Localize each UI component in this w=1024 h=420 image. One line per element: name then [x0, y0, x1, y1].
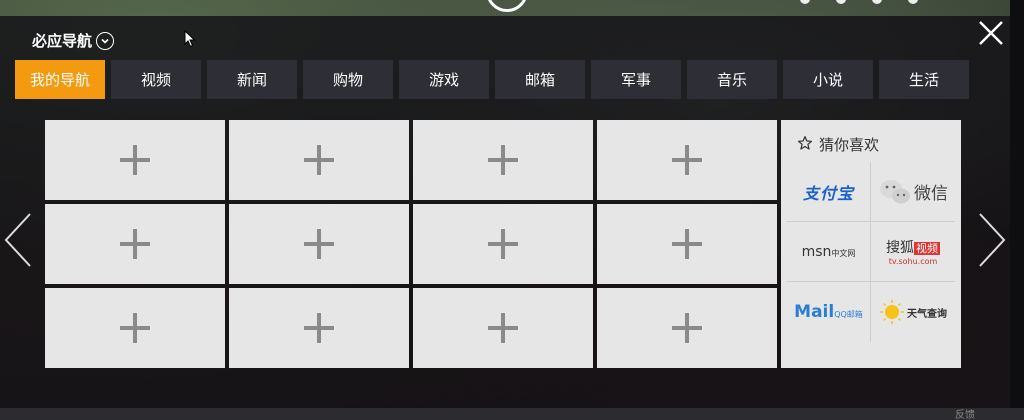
shortcut-grid: [45, 120, 777, 368]
wechat-icon: [880, 179, 910, 203]
tab-shopping[interactable]: 购物: [303, 60, 393, 99]
sun-icon: [880, 300, 904, 324]
add-shortcut-tile[interactable]: [413, 288, 593, 368]
plus-icon: [672, 313, 702, 343]
add-shortcut-tile[interactable]: [597, 204, 777, 284]
add-shortcut-tile[interactable]: [229, 204, 409, 284]
tab-novels[interactable]: 小说: [783, 60, 873, 99]
plus-icon: [488, 313, 518, 343]
tab-life[interactable]: 生活: [879, 60, 969, 99]
sohu-video-logo: 搜狐 视频 tv.sohu.com: [886, 237, 940, 266]
add-shortcut-tile[interactable]: [597, 288, 777, 368]
tab-military[interactable]: 军事: [591, 60, 681, 99]
carousel-dots[interactable]: [800, 0, 918, 4]
panel-title-text: 必应导航: [32, 32, 93, 50]
tab-games[interactable]: 游戏: [399, 60, 489, 99]
tab-music[interactable]: 音乐: [687, 60, 777, 99]
plus-icon: [672, 229, 702, 259]
plus-icon: [672, 145, 702, 175]
tab-video[interactable]: 视频: [111, 60, 201, 99]
recommend-qqmail[interactable]: MailQQ邮箱: [787, 282, 871, 342]
mouse-cursor-icon: [184, 29, 196, 52]
add-shortcut-tile[interactable]: [229, 288, 409, 368]
recommend-sohu[interactable]: 搜狐 视频 tv.sohu.com: [871, 222, 955, 282]
recommend-header: 猜你喜欢: [797, 134, 879, 155]
tab-mail[interactable]: 邮箱: [495, 60, 585, 99]
prev-arrow-icon[interactable]: [2, 210, 32, 270]
tab-news[interactable]: 新闻: [207, 60, 297, 99]
chevron-down-icon[interactable]: [96, 31, 115, 50]
recommend-msn[interactable]: msn中文网: [787, 222, 871, 282]
plus-icon: [120, 229, 150, 259]
plus-icon: [304, 145, 334, 175]
plus-icon: [488, 145, 518, 175]
add-shortcut-tile[interactable]: [413, 204, 593, 284]
add-shortcut-tile[interactable]: [413, 120, 593, 200]
carousel-dot[interactable]: [908, 0, 918, 4]
carousel-dot[interactable]: [872, 0, 882, 4]
recommend-title: 猜你喜欢: [819, 136, 880, 154]
scrollbar[interactable]: [1010, 0, 1024, 408]
mail-label: Mail: [794, 302, 835, 322]
msn-label: msn: [801, 243, 832, 260]
footer-bar: 反馈: [0, 408, 1024, 420]
alipay-logo: 支付宝: [802, 183, 854, 203]
add-shortcut-tile[interactable]: [45, 288, 225, 368]
add-shortcut-tile[interactable]: [45, 120, 225, 200]
msn-sub: 中文网: [831, 248, 856, 258]
recommend-panel: 猜你喜欢 支付宝 微信 msn中文网 搜狐 视频 tv.sohu.com Mai…: [781, 120, 961, 368]
wechat-logo: 微信: [878, 178, 948, 206]
qq-mail-logo: MailQQ邮箱: [794, 302, 863, 322]
sohu-badge: 视频: [914, 242, 940, 255]
plus-icon: [304, 229, 334, 259]
close-icon[interactable]: [976, 18, 1006, 48]
add-shortcut-tile[interactable]: [45, 204, 225, 284]
star-icon: [797, 135, 813, 155]
msn-logo: msn中文网: [802, 244, 856, 260]
plus-icon: [120, 145, 150, 175]
sohu-label: 搜狐: [886, 240, 914, 256]
plus-icon: [120, 313, 150, 343]
category-tabs: 我的导航 视频 新闻 购物 游戏 邮箱 军事 音乐 小说 生活: [15, 60, 969, 99]
plus-icon: [304, 313, 334, 343]
plus-icon: [488, 229, 518, 259]
feedback-link[interactable]: 反馈: [955, 408, 975, 420]
add-shortcut-tile[interactable]: [597, 120, 777, 200]
sohu-brand: 搜狐 视频: [886, 237, 940, 257]
tab-my-nav[interactable]: 我的导航: [15, 60, 105, 99]
recommend-wechat[interactable]: 微信: [871, 162, 955, 222]
next-arrow-icon[interactable]: [978, 210, 1008, 270]
carousel-dot[interactable]: [836, 0, 846, 4]
weather-logo: 天气查询: [879, 299, 947, 325]
carousel-dot[interactable]: [800, 0, 810, 4]
weather-label: 天气查询: [907, 308, 947, 320]
wechat-label: 微信: [914, 184, 948, 204]
add-shortcut-tile[interactable]: [229, 120, 409, 200]
recommend-grid: 支付宝 微信 msn中文网 搜狐 视频 tv.sohu.com MailQQ邮箱…: [787, 162, 955, 366]
mail-sub: QQ邮箱: [834, 310, 863, 319]
sohu-url: tv.sohu.com: [888, 257, 938, 266]
recommend-alipay[interactable]: 支付宝: [787, 162, 871, 222]
panel-title[interactable]: 必应导航: [32, 30, 115, 51]
recommend-weather[interactable]: 天气查询: [871, 282, 955, 342]
